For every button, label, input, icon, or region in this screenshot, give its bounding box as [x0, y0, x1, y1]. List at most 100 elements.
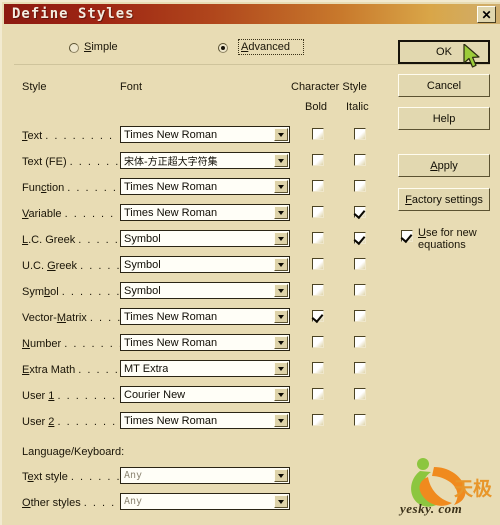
font-combo-value: Symbol	[124, 284, 161, 297]
italic-checkbox-extra-math[interactable]	[354, 362, 366, 374]
style-label-u-c-greek: U.C. Greek . . . . .	[22, 260, 122, 272]
divider	[14, 64, 490, 65]
help-button[interactable]: Help	[398, 107, 490, 130]
font-combo-value: Courier New	[124, 388, 186, 401]
bold-checkbox-extra-math[interactable]	[312, 362, 324, 374]
chevron-down-icon[interactable]	[274, 154, 288, 167]
font-combo-value: Times New Roman	[124, 414, 218, 427]
font-combo-extra-math[interactable]: MT Extra	[120, 360, 290, 377]
define-styles-dialog: Define Styles ✕ Simple Advanced Style Fo…	[0, 0, 500, 525]
bold-checkbox-number[interactable]	[312, 336, 324, 348]
bold-checkbox-u-c-greek[interactable]	[312, 258, 324, 270]
style-label-variable: Variable . . . . . .	[22, 208, 115, 220]
style-label-user-2: User 2 . . . . . . . .	[22, 416, 126, 428]
bold-checkbox-text-fe[interactable]	[312, 154, 324, 166]
italic-checkbox-symbol[interactable]	[354, 284, 366, 296]
font-combo-value: Times New Roman	[124, 128, 218, 141]
chevron-down-icon[interactable]	[274, 388, 288, 401]
bold-checkbox-symbol[interactable]	[312, 284, 324, 296]
yesky-logo-icon	[411, 458, 466, 507]
chevron-down-icon[interactable]	[274, 362, 288, 375]
font-combo-value: MT Extra	[124, 362, 169, 375]
factory-settings-button[interactable]: Factory settings	[398, 188, 490, 211]
use-for-new-equations-label: Use for new equations	[418, 227, 477, 251]
font-combo-value: 宋体-方正超大字符集	[124, 157, 218, 168]
close-icon[interactable]: ✕	[477, 6, 496, 23]
font-combo-l-c-greek[interactable]: Symbol	[120, 230, 290, 247]
header-font: Font	[120, 81, 143, 93]
style-label-text: Text . . . . . . . .	[22, 130, 114, 142]
italic-checkbox-l-c-greek[interactable]	[354, 232, 366, 244]
font-combo-vector-matrix[interactable]: Times New Roman	[120, 308, 290, 325]
header-italic: Italic	[346, 101, 369, 113]
chevron-down-icon[interactable]	[274, 232, 288, 245]
bold-checkbox-user-1[interactable]	[312, 388, 324, 400]
watermark-cn: 天极	[453, 478, 492, 500]
font-combo-text[interactable]: Times New Roman	[120, 126, 290, 143]
title-bar: Define Styles ✕	[4, 4, 500, 24]
font-combo-value: Symbol	[124, 258, 161, 271]
italic-checkbox-user-2[interactable]	[354, 414, 366, 426]
bold-checkbox-user-2[interactable]	[312, 414, 324, 426]
watermark: 天极 yesky. com	[398, 447, 494, 521]
radio-advanced-label: Advanced	[241, 41, 290, 53]
italic-checkbox-user-1[interactable]	[354, 388, 366, 400]
radio-advanced[interactable]	[218, 43, 228, 53]
text-style-label: Text style . . . . . .	[22, 471, 122, 483]
style-label-l-c-greek: L.C. Greek . . . . .	[22, 234, 120, 246]
bold-checkbox-text[interactable]	[312, 128, 324, 140]
italic-checkbox-function[interactable]	[354, 180, 366, 192]
chevron-down-icon[interactable]	[274, 128, 288, 141]
chevron-down-icon[interactable]	[274, 469, 288, 482]
header-style: Style	[22, 81, 47, 93]
font-combo-number[interactable]: Times New Roman	[120, 334, 290, 351]
bold-checkbox-l-c-greek[interactable]	[312, 232, 324, 244]
chevron-down-icon[interactable]	[274, 310, 288, 323]
style-label-vector-matrix: Vector-Matrix . . . .	[22, 312, 122, 324]
italic-checkbox-vector-matrix[interactable]	[354, 310, 366, 322]
language-section-label: Language/Keyboard:	[22, 446, 125, 458]
font-combo-user-1[interactable]: Courier New	[120, 386, 290, 403]
style-label-extra-math: Extra Math . . . . .	[22, 364, 120, 376]
radio-simple-label: Simple	[84, 41, 118, 53]
cancel-button[interactable]: Cancel	[398, 74, 490, 97]
style-label-user-1: User 1 . . . . . . . .	[22, 390, 126, 402]
chevron-down-icon[interactable]	[274, 180, 288, 193]
style-label-number: Number . . . . . . .	[22, 338, 124, 350]
italic-checkbox-text-fe[interactable]	[354, 154, 366, 166]
font-combo-u-c-greek[interactable]: Symbol	[120, 256, 290, 273]
font-combo-function[interactable]: Times New Roman	[120, 178, 290, 195]
text-style-combo[interactable]: Any	[120, 467, 290, 484]
ok-button[interactable]: OK	[398, 40, 490, 64]
font-combo-value: Times New Roman	[124, 336, 218, 349]
chevron-down-icon[interactable]	[274, 206, 288, 219]
apply-button[interactable]: Apply	[398, 154, 490, 177]
font-combo-symbol[interactable]: Symbol	[120, 282, 290, 299]
bold-checkbox-function[interactable]	[312, 180, 324, 192]
font-combo-variable[interactable]: Times New Roman	[120, 204, 290, 221]
header-character-style: Character Style	[291, 81, 367, 93]
font-combo-value: Times New Roman	[124, 310, 218, 323]
font-combo-value: Times New Roman	[124, 180, 218, 193]
header-bold: Bold	[305, 101, 328, 113]
italic-checkbox-variable[interactable]	[354, 206, 366, 218]
chevron-down-icon[interactable]	[274, 284, 288, 297]
other-styles-combo[interactable]: Any	[120, 493, 290, 510]
font-combo-value: Times New Roman	[124, 206, 218, 219]
italic-checkbox-number[interactable]	[354, 336, 366, 348]
bold-checkbox-variable[interactable]	[312, 206, 324, 218]
italic-checkbox-text[interactable]	[354, 128, 366, 140]
style-label-text-fe: Text (FE) . . . . . .	[22, 156, 120, 168]
radio-simple[interactable]	[69, 43, 79, 53]
font-combo-text-fe[interactable]: 宋体-方正超大字符集	[120, 152, 290, 169]
chevron-down-icon[interactable]	[274, 495, 288, 508]
chevron-down-icon[interactable]	[274, 336, 288, 349]
use-for-new-equations-checkbox[interactable]	[401, 230, 413, 242]
italic-checkbox-u-c-greek[interactable]	[354, 258, 366, 270]
chevron-down-icon[interactable]	[274, 258, 288, 271]
bold-checkbox-vector-matrix[interactable]	[312, 310, 324, 322]
style-label-symbol: Symbol . . . . . . .	[22, 286, 121, 298]
chevron-down-icon[interactable]	[274, 414, 288, 427]
watermark-text: yesky. com	[400, 501, 463, 516]
font-combo-user-2[interactable]: Times New Roman	[120, 412, 290, 429]
